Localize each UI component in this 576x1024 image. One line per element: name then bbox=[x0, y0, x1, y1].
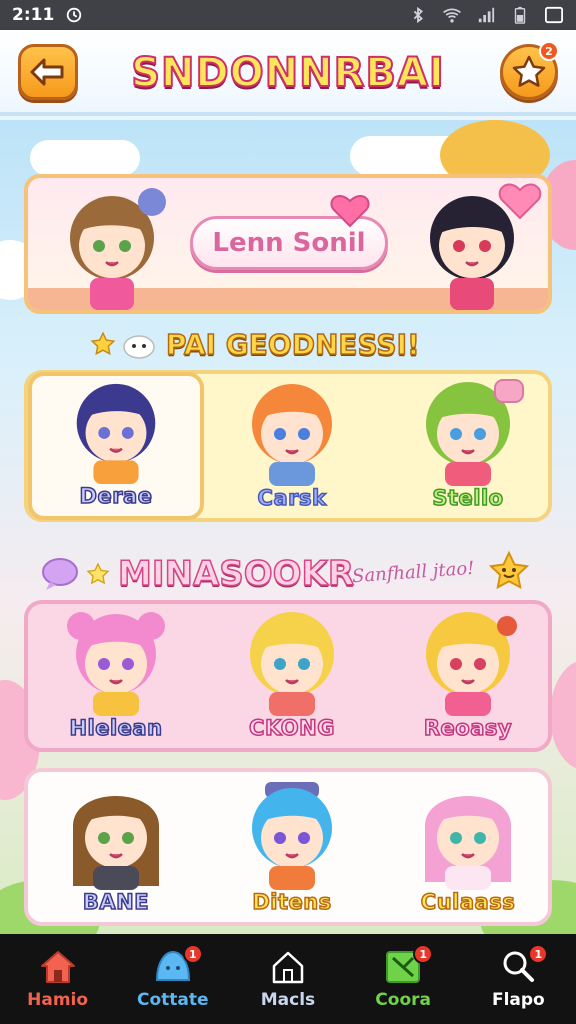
character-card[interactable]: Culaass bbox=[380, 772, 556, 922]
slime-icon: 1 bbox=[153, 944, 203, 984]
bottom-nav: Hamio 1 Cottate Macls 1 Coora 1 Flapo bbox=[0, 934, 576, 1024]
alarm-icon bbox=[67, 7, 82, 23]
nav-label: Flapo bbox=[491, 990, 545, 1010]
character-card[interactable]: BANE bbox=[28, 772, 204, 922]
character-portrait bbox=[73, 796, 159, 890]
star-icon bbox=[512, 55, 546, 87]
character-card[interactable]: Derae bbox=[28, 372, 204, 520]
section-title-minasookr: MINASOOKR bbox=[40, 550, 355, 598]
battery-icon bbox=[514, 6, 526, 24]
nav-flapo[interactable]: 1 Flapo bbox=[468, 939, 568, 1019]
arrow-left-icon bbox=[30, 58, 64, 86]
character-name: Culaass bbox=[420, 889, 516, 915]
character-portrait bbox=[76, 383, 156, 484]
notification-badge: 1 bbox=[182, 944, 203, 964]
status-time: 2:11 bbox=[12, 5, 55, 25]
character-card[interactable]: Reoasy bbox=[380, 604, 556, 748]
character-row-featured: Derae Carsk Stello bbox=[24, 370, 552, 522]
home-icon bbox=[40, 951, 75, 983]
character-portrait bbox=[426, 612, 517, 716]
heart-icon bbox=[330, 195, 370, 228]
character-portrait bbox=[426, 379, 524, 486]
wifi-icon bbox=[443, 8, 461, 23]
character-name: Stello bbox=[432, 485, 504, 511]
character-card[interactable]: CKONG bbox=[204, 604, 380, 748]
square-icon[interactable] bbox=[544, 6, 564, 24]
nav-cottate[interactable]: 1 Cottate bbox=[123, 939, 223, 1019]
character-name: CKONG bbox=[248, 715, 335, 741]
nav-home[interactable]: Hamio bbox=[8, 939, 108, 1019]
character-portrait bbox=[252, 384, 332, 486]
notification-badge: 2 bbox=[539, 41, 559, 61]
nav-label: Cottate bbox=[137, 990, 209, 1010]
back-button[interactable] bbox=[18, 44, 78, 100]
bluetooth-icon bbox=[413, 6, 423, 24]
character-portrait bbox=[425, 796, 511, 890]
section-title-featured: PAI GEODNESSI! bbox=[90, 324, 421, 364]
nav-label: Macls bbox=[260, 990, 316, 1010]
character-portrait bbox=[252, 782, 332, 890]
section-title-text: MINASOOKR bbox=[117, 553, 355, 595]
nav-label: Hamio bbox=[27, 990, 89, 1010]
character-name: Reoasy bbox=[423, 715, 513, 741]
cloud bbox=[30, 140, 140, 176]
character-name: Carsk bbox=[257, 485, 327, 511]
favorites-button[interactable]: 2 bbox=[500, 41, 559, 100]
signal-icon bbox=[478, 7, 495, 23]
character-card[interactable]: Carsk bbox=[204, 374, 380, 518]
character-name: Ditens bbox=[252, 889, 332, 915]
house-outline-icon bbox=[272, 951, 304, 984]
character-card[interactable]: Hlelean bbox=[28, 604, 204, 748]
hero-banner: Lenn Sonil bbox=[24, 174, 552, 314]
status-bar: 2:11 bbox=[0, 0, 576, 30]
map-icon: 1 bbox=[383, 944, 434, 984]
nav-label: Coora bbox=[375, 990, 431, 1010]
nav-coora[interactable]: 1 Coora bbox=[353, 939, 453, 1019]
character-row-minasookr: Hlelean CKONG Reoasy bbox=[24, 600, 552, 752]
nav-macls[interactable]: Macls bbox=[238, 939, 338, 1019]
header: SNDONNRBAI 2 bbox=[0, 30, 576, 116]
star-icon bbox=[86, 562, 110, 585]
character-card[interactable]: Stello bbox=[380, 374, 556, 518]
character-name: Hlelean bbox=[69, 715, 163, 741]
mascot-icon bbox=[123, 335, 155, 359]
heart-icon bbox=[498, 183, 542, 220]
notification-badge: 1 bbox=[413, 944, 434, 964]
character-row-more: BANE Ditens Culaass bbox=[24, 768, 552, 926]
banner-character-left bbox=[70, 188, 166, 310]
page-title: SNDONNRBAI bbox=[130, 49, 445, 97]
smiley-star-icon bbox=[488, 550, 530, 590]
character-portrait bbox=[250, 612, 334, 716]
section-title-text: PAI GEODNESSI! bbox=[165, 327, 420, 362]
search-icon: 1 bbox=[498, 944, 549, 984]
notification-badge: 1 bbox=[528, 944, 549, 964]
speech-bubble-icon bbox=[42, 558, 78, 590]
character-name: Derae bbox=[79, 483, 153, 509]
character-card[interactable]: Ditens bbox=[204, 772, 380, 922]
character-name: BANE bbox=[82, 889, 150, 915]
star-icon bbox=[90, 331, 116, 356]
character-portrait bbox=[67, 612, 165, 716]
